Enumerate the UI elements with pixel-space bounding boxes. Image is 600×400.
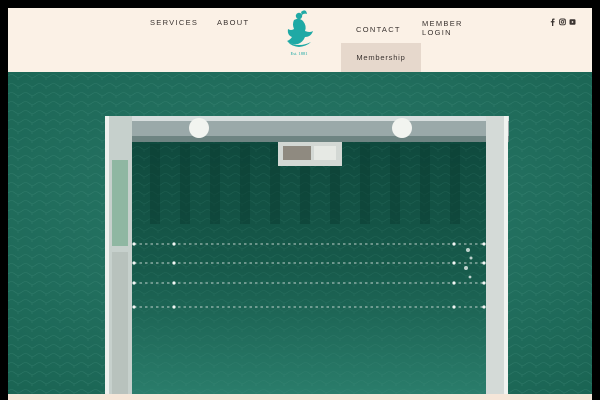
hero-image-ocean-pool: [8, 72, 592, 394]
bottom-strip: [8, 394, 592, 400]
mermaid-logo-icon: Est. 1881: [287, 10, 313, 56]
nav-member-login-line1: MEMBER: [422, 19, 463, 28]
nav-member-login[interactable]: MEMBER LOGIN: [422, 19, 466, 37]
membership-dropdown: Membership: [341, 43, 421, 72]
youtube-icon[interactable]: [569, 18, 576, 26]
ocean-pool-aerial-image: [8, 72, 592, 394]
logo-established: Est. 1881: [290, 51, 307, 56]
nav-about[interactable]: ABOUT: [217, 18, 249, 27]
nav-services[interactable]: SERVICES: [150, 18, 198, 27]
site-header: SERVICES ABOUT Est. 1881 CONTACT MEMBER …: [8, 8, 592, 72]
nav-contact[interactable]: CONTACT: [356, 25, 401, 34]
dropdown-item-membership[interactable]: Membership: [341, 53, 421, 62]
facebook-icon[interactable]: [549, 18, 556, 26]
site-logo[interactable]: Est. 1881: [277, 8, 321, 60]
instagram-icon[interactable]: [559, 18, 566, 26]
nav-member-login-line2: LOGIN: [422, 28, 452, 37]
page-frame: SERVICES ABOUT Est. 1881 CONTACT MEMBER …: [8, 8, 592, 400]
